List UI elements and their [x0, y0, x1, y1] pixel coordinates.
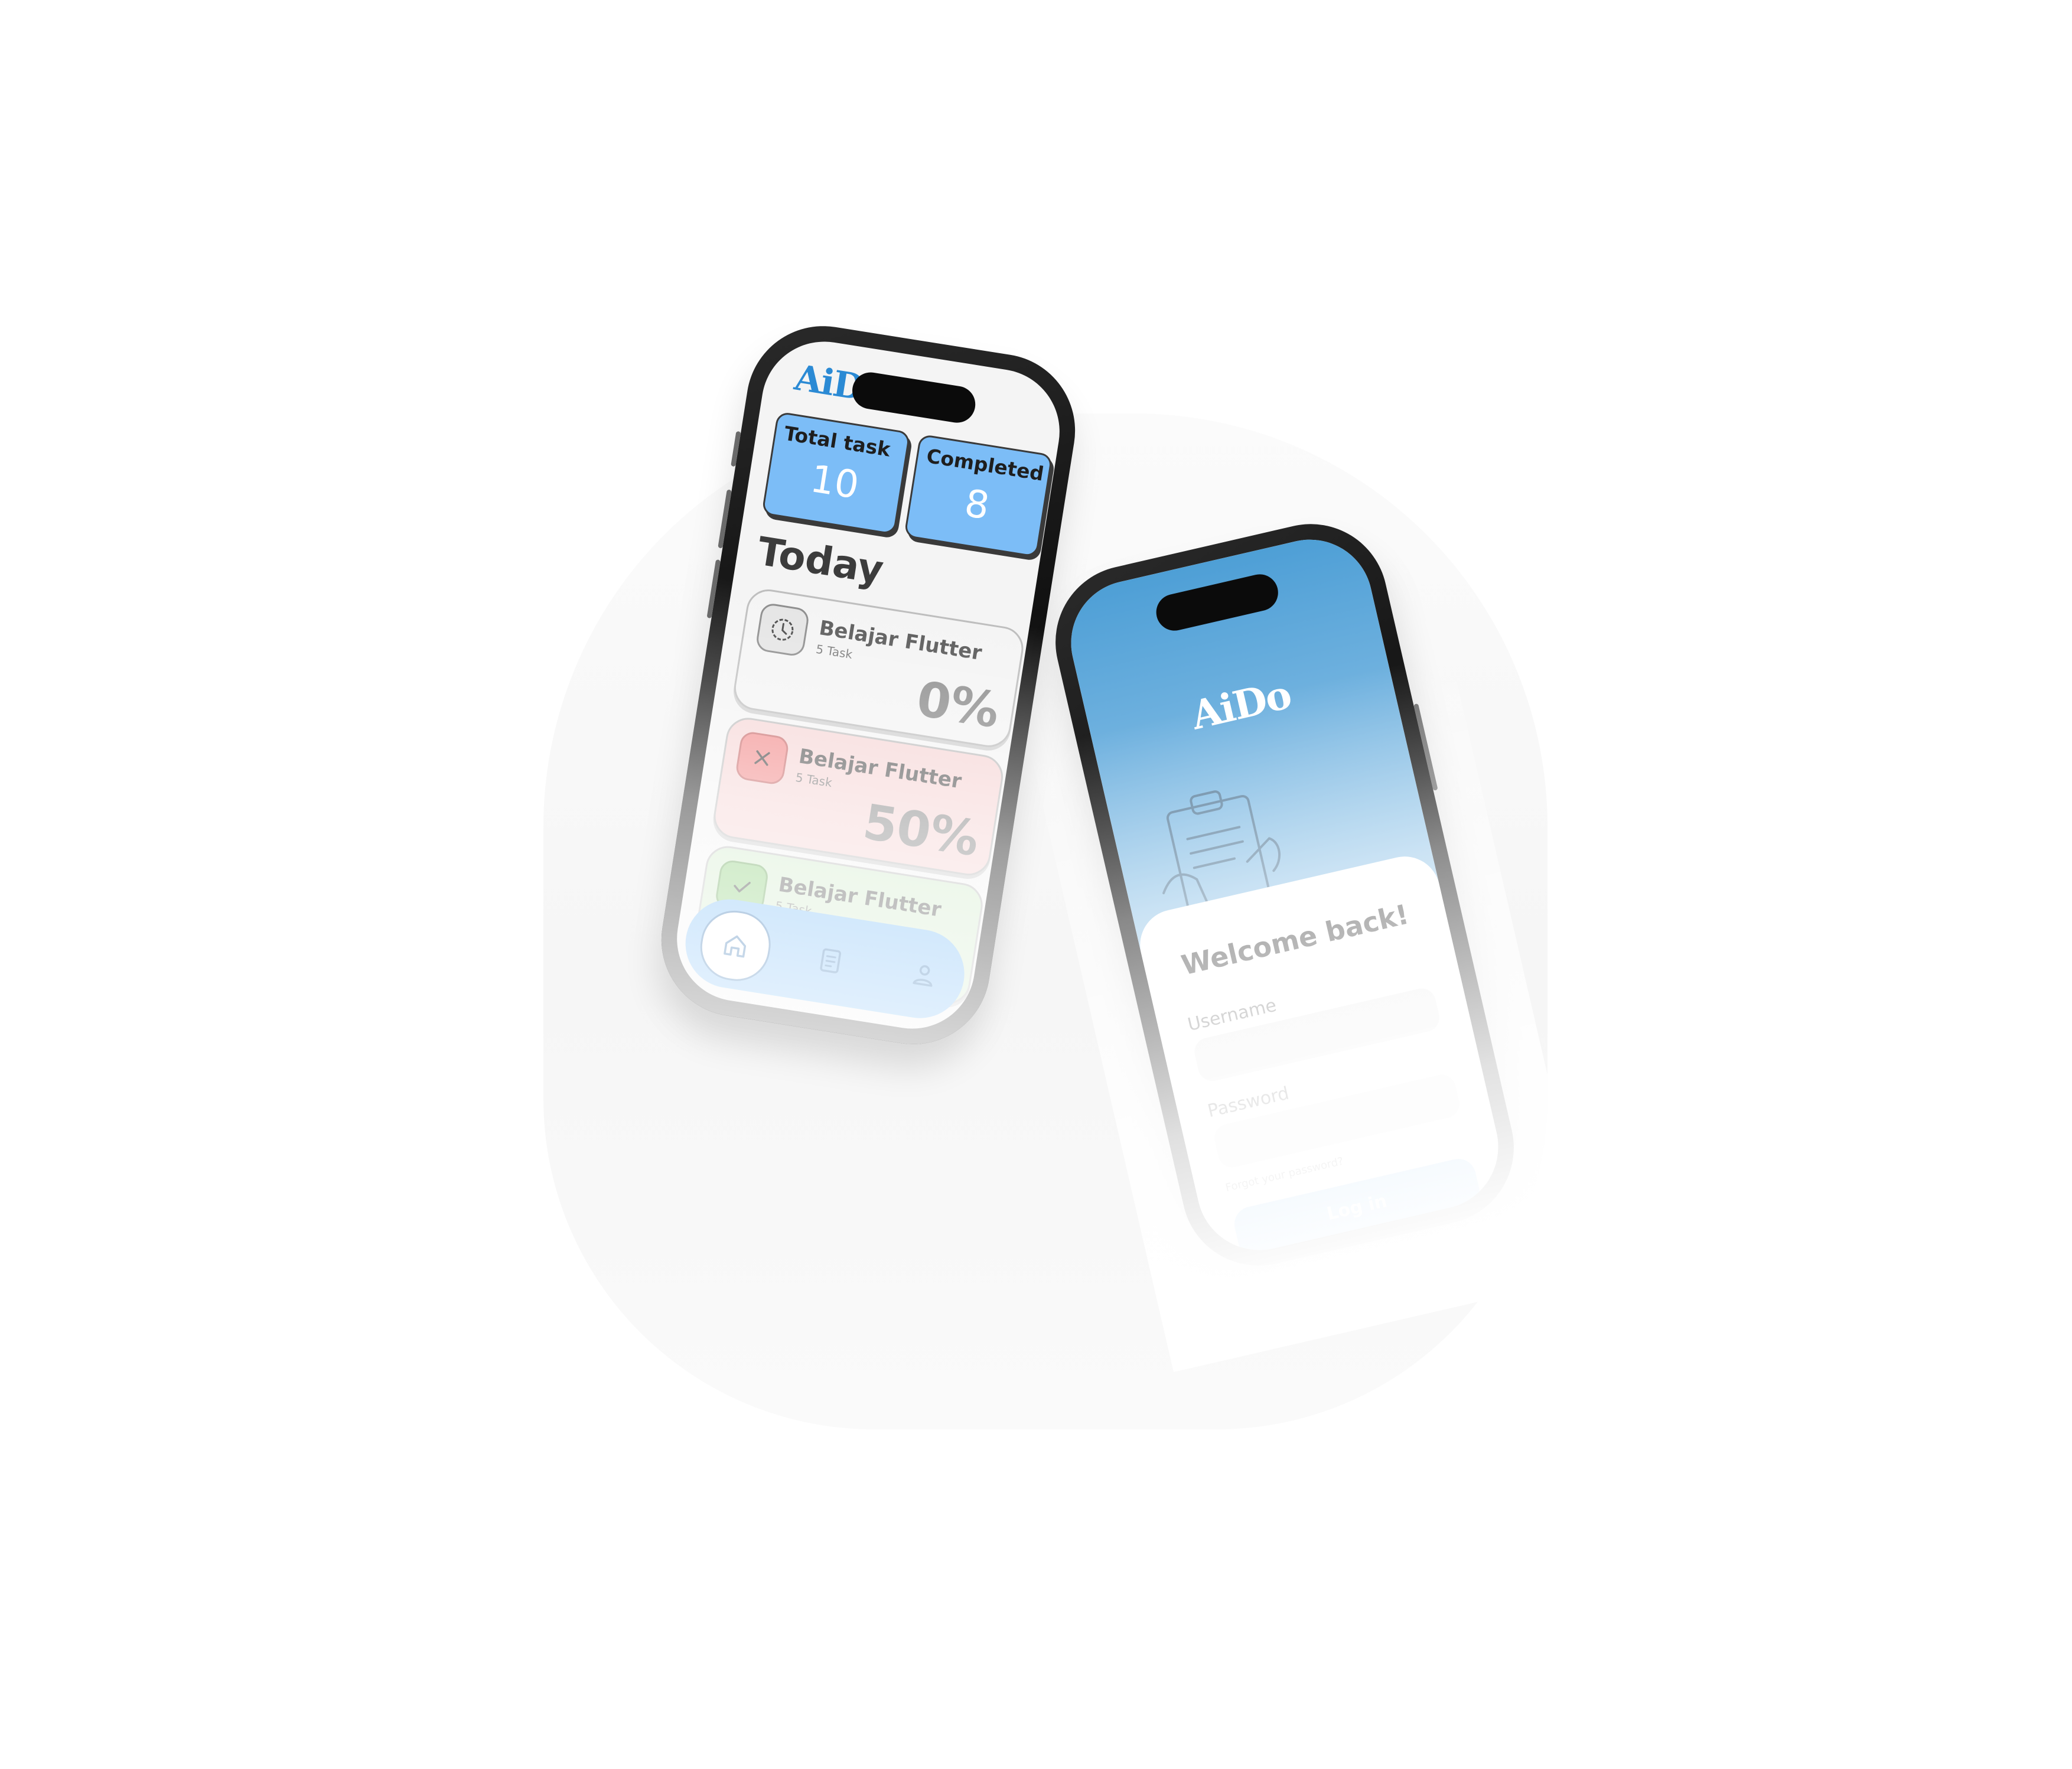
dynamic-island: [849, 370, 978, 426]
clock-icon: [754, 602, 810, 658]
total-task-card[interactable]: Total task 10: [761, 411, 911, 535]
task-percent: 0%: [913, 670, 1004, 739]
home-icon[interactable]: [695, 905, 776, 986]
user-icon[interactable]: [898, 949, 950, 1001]
app-logo: AiDo: [1187, 671, 1295, 739]
completed-card[interactable]: Completed 8: [904, 434, 1053, 558]
password-field[interactable]: [1211, 1071, 1462, 1170]
clipboard-icon[interactable]: [805, 934, 856, 986]
username-field[interactable]: [1191, 985, 1442, 1084]
section-title-today: Today: [754, 528, 887, 594]
close-icon: [734, 730, 790, 786]
task-subtitle: 5 Task: [815, 641, 853, 662]
task-percent: 50%: [859, 794, 983, 868]
task-subtitle: 5 Task: [794, 770, 833, 790]
